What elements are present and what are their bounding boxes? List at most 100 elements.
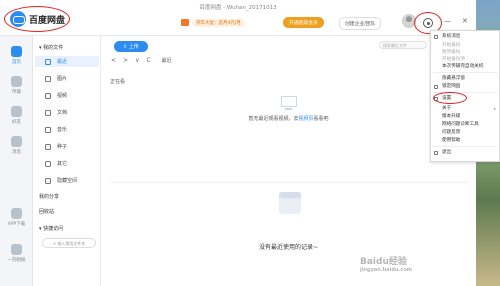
chevron-down-icon[interactable]: ∨ [135, 57, 139, 64]
monitor-icon [280, 96, 297, 110]
sidebar-item-label: 音乐 [57, 127, 68, 133]
rail-label: 传输 [12, 90, 21, 95]
exit-icon [434, 150, 438, 155]
search-input[interactable]: 搜索最近文件 [379, 41, 427, 49]
section-title-watching: 正在看 [110, 79, 126, 85]
create-team-button[interactable]: 创建企业/团队 [339, 17, 382, 30]
title-bar: 百度网盘 - Wuhan_20171013 百度网盘 开年大促：首月4元/月 开… [0, 0, 476, 36]
my-files-header[interactable]: ▾ 我的文件 [39, 44, 63, 51]
empty-video-text-a: 暂无最近观看视频，去 [248, 116, 299, 122]
sidebar-item-videos[interactable]: 视频 [35, 90, 99, 101]
message-icon [11, 136, 22, 147]
minimize-button[interactable]: — [444, 17, 451, 25]
menu-item-system-messages[interactable]: 系统消息 [431, 33, 499, 40]
my-share-link[interactable]: 我的分享 [39, 193, 59, 200]
upload-label: 上传 [128, 44, 139, 50]
rail-item-album[interactable]: 一刻相册 [0, 244, 33, 263]
rail-item-messages[interactable]: 消息 [0, 136, 33, 155]
vip-promo-text: 开年大促：首月4元/月 [192, 18, 245, 27]
empty-video-state: 暂无最近观看视频，去视频页看看吧 [101, 96, 476, 122]
document-icon [45, 109, 51, 116]
add-quick-folder-button[interactable]: + 拖入常用文件夹 [42, 238, 96, 248]
gift-icon [181, 19, 189, 26]
rail-label: 一刻相册 [7, 258, 26, 263]
menu-item-label: 版本升级 [442, 114, 461, 119]
open-vip-button[interactable]: 开通超级会员 [283, 17, 324, 28]
upload-button[interactable]: ⇪ 上传 [114, 41, 148, 52]
clock-icon [45, 58, 51, 65]
menu-separator [433, 146, 497, 147]
album-icon [11, 244, 22, 255]
sidebar-item-hidden-space[interactable]: 隐藏空间 [35, 175, 99, 186]
empty-video-message: 暂无最近观看视频，去视频页看看吧 [101, 115, 476, 122]
forward-icon[interactable]: > [123, 57, 128, 64]
vip-promo[interactable]: 开年大促：首月4元/月 [181, 18, 245, 27]
empty-recent-message: 没有最近使用的记录~ [258, 244, 319, 251]
chevron-right-icon: ▸ [493, 106, 496, 111]
rail-item-transfer[interactable]: 传输 [0, 76, 33, 95]
menu-item-help[interactable]: 使用帮助 [431, 137, 499, 144]
rail-label: 好友 [12, 120, 21, 125]
menu-item-auto-shutdown[interactable]: 本次传输完自动关机 [431, 63, 499, 70]
sidebar-item-other[interactable]: 其它 [35, 158, 99, 169]
menu-item-pause-backup[interactable]: 暂停备份 [431, 49, 499, 56]
menu-item-label: 开始备份 [442, 43, 461, 48]
sidebar-item-documents[interactable]: 文档 [35, 107, 99, 118]
nav-toolbar: < > ∨ C 最近 [111, 57, 172, 64]
sidebar-item-label: 隐藏空间 [57, 178, 78, 184]
highlight-ring-logo [4, 6, 70, 32]
sidebar-item-label: 其它 [57, 161, 68, 167]
menu-item-label: 隐藏悬浮窗 [442, 76, 465, 81]
phone-icon [11, 208, 22, 219]
watermark-line2: jingyan.baidu.com [360, 267, 412, 273]
recycle-bin-link[interactable]: 回收站 [39, 208, 54, 215]
menu-item-label: 问题反馈 [442, 130, 461, 135]
sidebar-item-images[interactable]: 图片 [35, 73, 99, 84]
rail-item-app-download[interactable]: APP下载 [0, 208, 33, 227]
lock-icon [45, 177, 51, 184]
file-sidebar: ▾ 我的文件 最近 图片 视频 文档 音乐 种子 其它 隐藏空间 我的分享 回收… [33, 36, 101, 286]
menu-item-lock-drive[interactable]: 锁定网盘 [431, 83, 499, 90]
divider [110, 182, 468, 183]
menu-item-label: 关于 [442, 106, 452, 111]
video-icon [45, 92, 51, 99]
app-window: 百度网盘 - Wuhan_20171013 百度网盘 开年大促：首月4元/月 开… [0, 0, 476, 286]
calendar-icon [279, 192, 301, 214]
quick-access-label: 快捷访问 [43, 226, 64, 232]
menu-item-label: 系统消息 [442, 34, 461, 39]
refresh-icon[interactable]: C [146, 57, 150, 64]
my-files-label: 我的文件 [43, 45, 64, 51]
menu-item-hide-float[interactable]: 隐藏悬浮窗 [431, 75, 499, 82]
menu-item-start-backup[interactable]: 开始备份 [431, 42, 499, 49]
menu-item-label: 锁定网盘 [442, 84, 461, 89]
breadcrumb[interactable]: 最近 [162, 57, 172, 64]
menu-item-exit[interactable]: 退出 [431, 149, 499, 156]
bell-icon [434, 34, 438, 39]
menu-item-upgrade[interactable]: 版本升级 [431, 113, 499, 120]
menu-item-label: 使用帮助 [442, 138, 461, 143]
menu-item-label: 网络问题诊断工具 [442, 122, 479, 127]
menu-item-network-diagnostic[interactable]: 网络问题诊断工具 [431, 121, 499, 128]
menu-item-feedback[interactable]: 问题反馈 [431, 129, 499, 136]
menu-item-backup-items[interactable]: 开始备份项 [431, 56, 499, 63]
rail-item-home[interactable]: 首页 [0, 46, 33, 65]
menu-item-label: 暂停备份 [442, 50, 461, 55]
sidebar-item-label: 最近 [57, 59, 68, 65]
video-page-link[interactable]: 视频页 [298, 116, 313, 122]
close-button[interactable]: ✕ [462, 17, 468, 25]
left-rail: 首页 传输 好友 消息 APP下载 一刻相册 [0, 36, 33, 286]
sidebar-item-music[interactable]: 音乐 [35, 124, 99, 135]
rail-label: 首页 [12, 60, 21, 65]
torrent-icon [45, 143, 51, 150]
menu-item-about[interactable]: 关于 ▸ [431, 105, 499, 112]
settings-menu: 系统消息 开始备份 暂停备份 开始备份项 本次传输完自动关机 隐藏悬浮窗 锁定网… [430, 30, 500, 162]
transfer-icon [11, 76, 22, 87]
menu-separator [433, 72, 497, 73]
sidebar-item-recent[interactable]: 最近 [35, 56, 99, 67]
rail-item-friends[interactable]: 好友 [0, 106, 33, 125]
quick-access-header[interactable]: ▾ 快捷访问 [39, 225, 63, 232]
back-icon[interactable]: < [111, 57, 116, 64]
quick-hint-label: 拖入常用文件夹 [57, 241, 86, 246]
sidebar-item-torrents[interactable]: 种子 [35, 141, 99, 152]
headphones-icon [45, 126, 51, 133]
